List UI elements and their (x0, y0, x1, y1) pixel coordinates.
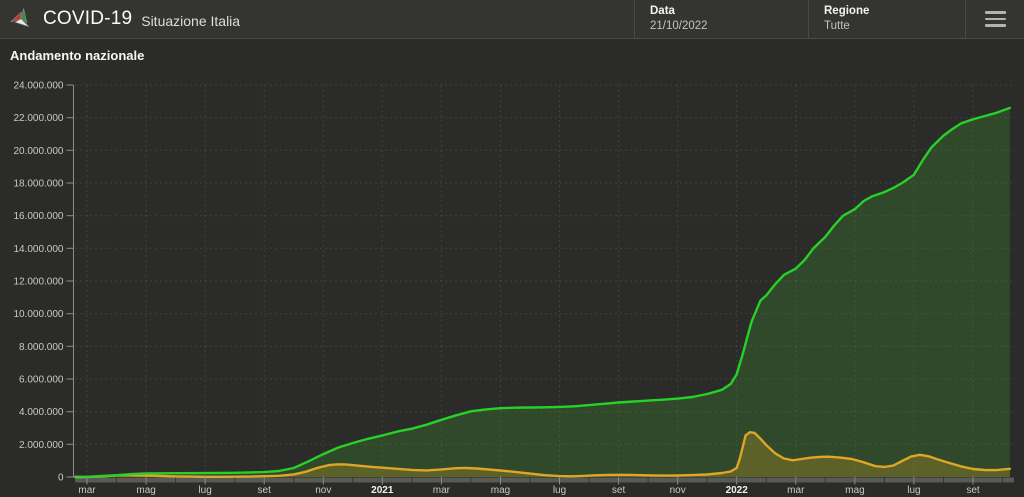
x-tick-label: mag (136, 485, 155, 496)
x-tick-label: set (258, 485, 272, 496)
y-tick-label: 16.000.000 (13, 211, 63, 222)
app-header: COVID-19 Situazione Italia Data 21/10/20… (0, 0, 1024, 39)
y-tick-label: 18.000.000 (13, 179, 63, 190)
main-content: Andamento nazionale mar mag lug set nov 2021 m… (0, 39, 1024, 496)
x-tick-label: nov (670, 485, 686, 496)
y-tick-label: 6.000.000 (19, 375, 64, 386)
date-filter[interactable]: Data 21/10/2022 (634, 0, 808, 38)
y-tick-label: 20.000.000 (13, 146, 63, 157)
menu-button[interactable] (966, 0, 1024, 38)
italy-tricolor-pinwheel-icon (10, 8, 30, 27)
x-tick-label: mar (787, 485, 805, 496)
hamburger-icon (984, 11, 1006, 27)
x-tick-label: set (612, 485, 626, 496)
y-tick-label: 0 (58, 473, 64, 484)
date-filter-value: 21/10/2022 (650, 20, 708, 32)
y-tick-label: 24.000.000 (13, 81, 63, 92)
y-tick-label: 22.000.000 (13, 113, 63, 124)
x-tick-label: set (966, 485, 980, 496)
series-layer (74, 106, 1012, 479)
y-tick-label: 12.000.000 (13, 277, 63, 288)
y-tick-label: 4.000.000 (19, 407, 64, 418)
x-tick-label: 2022 (726, 485, 749, 496)
x-tick-label: mar (433, 485, 451, 496)
x-tick-label: mar (78, 485, 96, 496)
app-subtitle: Situazione Italia (141, 12, 241, 29)
date-filter-label: Data (650, 5, 675, 17)
region-filter[interactable]: Regione Tutte (808, 0, 966, 38)
y-tick-label: 14.000.000 (13, 244, 63, 255)
brand: COVID-19 Situazione Italia (0, 0, 634, 38)
chart-title: Andamento nazionale (10, 48, 145, 63)
x-tick-label: mag (845, 485, 864, 496)
region-filter-label: Regione (824, 5, 870, 17)
x-tick-label: lug (907, 485, 920, 496)
x-tick-label: nov (315, 485, 331, 496)
x-tick-label: mag (491, 485, 510, 496)
x-axis: mar mag lug set nov 2021 mar mag lug set nov 2022 ma… (75, 477, 1014, 496)
y-tick-label: 2.000.000 (19, 440, 64, 451)
x-tick-label: 2021 (371, 485, 394, 496)
x-tick-label: lug (553, 485, 566, 496)
cumulative-total-green-area (75, 107, 1010, 478)
y-axis: 0 2.000.000 4.000.000 6.000.000 8.000.000 10.… (13, 81, 74, 484)
national-trend-chart[interactable]: mar mag lug set nov 2021 mar mag lug set nov 2022 ma… (0, 69, 1024, 496)
region-filter-value: Tutte (824, 20, 850, 32)
y-tick-label: 10.000.000 (13, 309, 63, 320)
app-title: COVID-19 (43, 8, 133, 29)
x-tick-label: lug (198, 485, 211, 496)
y-tick-label: 8.000.000 (19, 342, 64, 353)
